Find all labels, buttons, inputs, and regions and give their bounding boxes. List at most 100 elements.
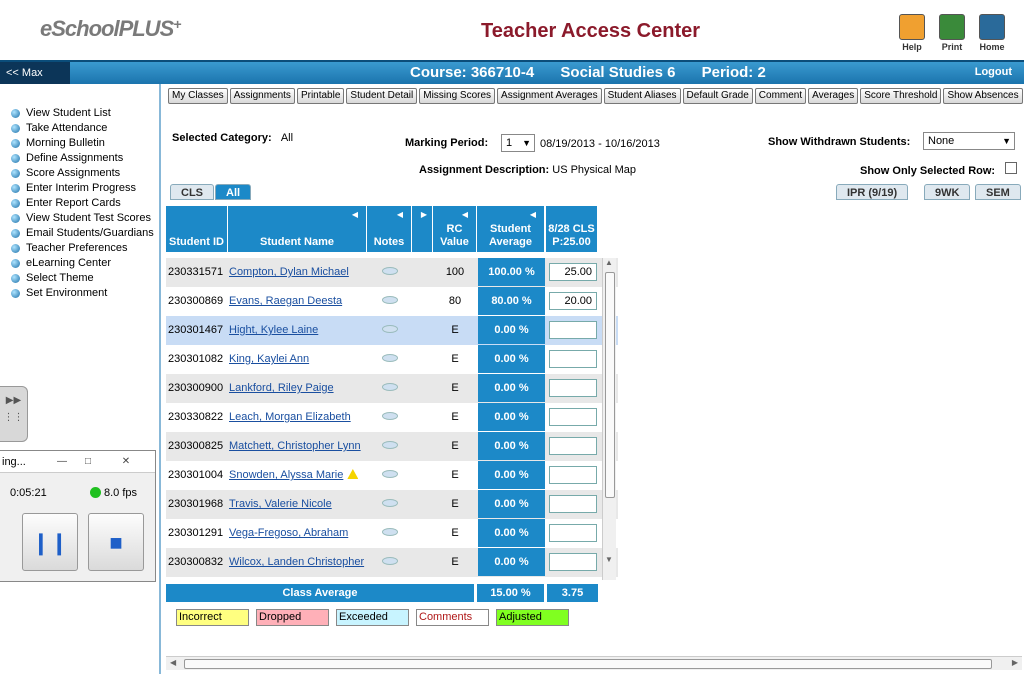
scroll-thumb[interactable] bbox=[605, 272, 615, 498]
score-input[interactable] bbox=[549, 553, 597, 571]
scroll-down-icon[interactable]: ▼ bbox=[605, 555, 613, 564]
toolbar-button[interactable]: Student Aliases bbox=[603, 88, 681, 104]
sidebar-collapse-handle[interactable]: ▶▶ ⋮⋮ bbox=[0, 386, 28, 442]
scroll-left-icon[interactable]: ◀ bbox=[170, 658, 176, 667]
student-name-link[interactable]: Wilcox, Landen Christopher bbox=[229, 548, 367, 576]
note-bubble-icon[interactable] bbox=[382, 499, 398, 507]
sidebar-item[interactable]: Email Students/Guardians bbox=[0, 226, 159, 241]
sidebar-item[interactable]: Teacher Preferences bbox=[0, 241, 159, 256]
sidebar-item[interactable]: View Student List bbox=[0, 106, 159, 121]
sort-left-icon[interactable]: ◀ bbox=[530, 208, 536, 221]
table-row[interactable]: 230300832 Wilcox, Landen Christopher E 0.00… bbox=[166, 548, 618, 577]
table-row[interactable]: 230301004 Snowden, Alyssa Marie E 0.00 % bbox=[166, 461, 618, 490]
note-bubble-icon[interactable] bbox=[382, 528, 398, 536]
toolbar-button[interactable]: Missing Scores bbox=[419, 88, 496, 104]
note-bubble-icon[interactable] bbox=[382, 296, 398, 304]
notes-cell[interactable] bbox=[368, 548, 412, 576]
sort-left-icon[interactable]: ◀ bbox=[462, 208, 468, 221]
show-withdrawn-select[interactable]: None ▼ bbox=[923, 132, 1015, 150]
header-notes[interactable]: ◀ Notes bbox=[367, 206, 412, 252]
sidebar-item[interactable]: Set Environment bbox=[0, 286, 159, 301]
student-name-link[interactable]: King, Kaylei Ann bbox=[229, 345, 367, 373]
notes-cell[interactable] bbox=[368, 461, 412, 489]
sort-right-icon[interactable]: ▶ bbox=[421, 208, 427, 221]
notes-cell[interactable] bbox=[368, 432, 412, 460]
toolbar-button[interactable]: Score Threshold bbox=[860, 88, 942, 104]
student-name-link[interactable]: Lankford, Riley Paige bbox=[229, 374, 367, 402]
student-name-text[interactable]: Snowden, Alyssa Marie bbox=[229, 469, 343, 481]
minimize-icon[interactable]: — bbox=[54, 455, 70, 469]
grid-vertical-scrollbar[interactable]: ▲ ▼ bbox=[602, 258, 616, 580]
note-bubble-icon[interactable] bbox=[382, 557, 398, 565]
tab-ipr[interactable]: IPR (9/19) bbox=[836, 184, 909, 200]
header-assignment[interactable]: 8/28 CLS P:25.00 bbox=[546, 206, 598, 252]
header-student-id[interactable]: Student ID bbox=[166, 206, 228, 252]
student-name-link[interactable]: Snowden, Alyssa Marie bbox=[229, 461, 367, 489]
sidebar-item[interactable]: Morning Bulletin bbox=[0, 136, 159, 151]
table-row[interactable]: 230331571 Compton, Dylan Michael 100 100.00… bbox=[166, 258, 618, 287]
notes-cell[interactable] bbox=[368, 287, 412, 315]
table-row[interactable]: 230300825 Matchett, Christopher Lynn E 0.00… bbox=[166, 432, 618, 461]
table-row[interactable]: 230301968 Travis, Valerie Nicole E 0.00 % bbox=[166, 490, 618, 519]
max-toggle-button[interactable]: << Max bbox=[0, 62, 70, 84]
toolbar-button[interactable]: My Classes bbox=[168, 88, 228, 104]
header-blank[interactable]: ▶ bbox=[412, 206, 433, 252]
note-bubble-icon[interactable] bbox=[382, 325, 398, 333]
sidebar-item[interactable]: Score Assignments bbox=[0, 166, 159, 181]
sidebar-item[interactable]: eLearning Center bbox=[0, 256, 159, 271]
student-name-text[interactable]: King, Kaylei Ann bbox=[229, 353, 309, 365]
toolbar-button[interactable]: Assignments bbox=[229, 88, 295, 104]
note-bubble-icon[interactable] bbox=[382, 441, 398, 449]
notes-cell[interactable] bbox=[368, 490, 412, 518]
show-selected-row-checkbox[interactable] bbox=[1005, 162, 1017, 174]
student-name-link[interactable]: Matchett, Christopher Lynn bbox=[229, 432, 367, 460]
student-name-link[interactable]: Travis, Valerie Nicole bbox=[229, 490, 367, 518]
table-row[interactable]: 230301467 Hight, Kylee Laine E 0.00 % bbox=[166, 316, 618, 345]
student-name-text[interactable]: Lankford, Riley Paige bbox=[229, 382, 334, 394]
sidebar-item[interactable]: Enter Report Cards bbox=[0, 196, 159, 211]
score-input[interactable] bbox=[549, 321, 597, 339]
scroll-thumb[interactable] bbox=[184, 659, 992, 669]
scroll-right-icon[interactable]: ▶ bbox=[1012, 658, 1018, 667]
student-name-link[interactable]: Leach, Morgan Elizabeth bbox=[229, 403, 367, 431]
score-input[interactable] bbox=[549, 437, 597, 455]
score-input[interactable] bbox=[549, 408, 597, 426]
toolbar-button[interactable]: Default Grade bbox=[682, 88, 753, 104]
note-bubble-icon[interactable] bbox=[382, 383, 398, 391]
print-button[interactable]: Print bbox=[932, 14, 972, 52]
notes-cell[interactable] bbox=[368, 519, 412, 547]
student-name-link[interactable]: Vega-Fregoso, Abraham bbox=[229, 519, 367, 547]
tab-sem[interactable]: SEM bbox=[975, 184, 1021, 200]
tab-9wk[interactable]: 9WK bbox=[924, 184, 971, 200]
student-name-link[interactable]: Compton, Dylan Michael bbox=[229, 258, 367, 286]
student-name-link[interactable]: Evans, Raegan Deesta bbox=[229, 287, 367, 315]
sidebar-item[interactable]: View Student Test Scores bbox=[0, 211, 159, 226]
score-input[interactable] bbox=[549, 524, 597, 542]
scroll-up-icon[interactable]: ▲ bbox=[605, 258, 613, 267]
sort-left-icon[interactable]: ◀ bbox=[352, 208, 358, 221]
student-name-text[interactable]: Compton, Dylan Michael bbox=[229, 266, 349, 278]
toolbar-button[interactable]: Comment bbox=[754, 88, 807, 104]
header-student-average[interactable]: ◀ Student Average bbox=[477, 206, 545, 252]
score-input[interactable] bbox=[549, 379, 597, 397]
student-name-link[interactable]: Hight, Kylee Laine bbox=[229, 316, 367, 344]
notes-cell[interactable] bbox=[368, 345, 412, 373]
sidebar-item[interactable]: Define Assignments bbox=[0, 151, 159, 166]
score-input[interactable] bbox=[549, 350, 597, 368]
header-student-name[interactable]: ◀ Student Name bbox=[228, 206, 367, 252]
table-row[interactable]: 230330822 Leach, Morgan Elizabeth E 0.00 % bbox=[166, 403, 618, 432]
note-bubble-icon[interactable] bbox=[382, 267, 398, 275]
note-bubble-icon[interactable] bbox=[382, 412, 398, 420]
score-input[interactable] bbox=[549, 466, 597, 484]
student-name-text[interactable]: Vega-Fregoso, Abraham bbox=[229, 527, 348, 539]
student-name-text[interactable]: Leach, Morgan Elizabeth bbox=[229, 411, 351, 423]
score-input[interactable]: 25.00 bbox=[549, 263, 597, 281]
notes-cell[interactable] bbox=[368, 258, 412, 286]
toolbar-button[interactable]: Student Detail bbox=[346, 88, 418, 104]
student-name-text[interactable]: Travis, Valerie Nicole bbox=[229, 498, 332, 510]
help-button[interactable]: Help bbox=[892, 14, 932, 52]
sort-left-icon[interactable]: ◀ bbox=[397, 208, 403, 221]
toolbar-button[interactable]: Show Absences bbox=[943, 88, 1023, 104]
notes-cell[interactable] bbox=[368, 374, 412, 402]
tab-cls[interactable]: CLS bbox=[170, 184, 214, 200]
